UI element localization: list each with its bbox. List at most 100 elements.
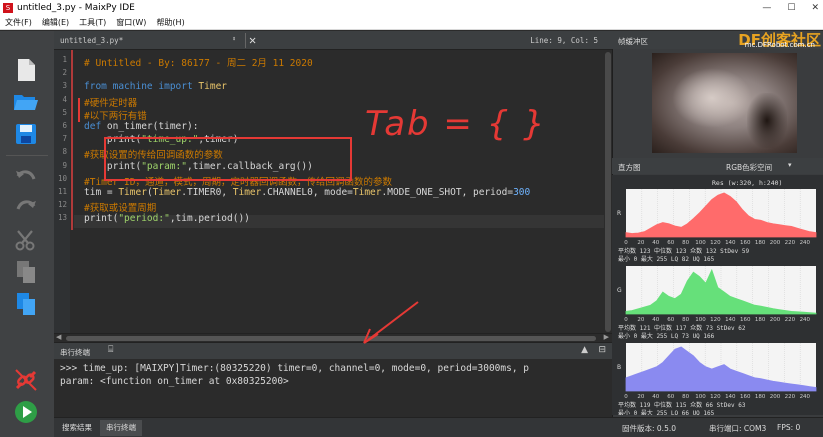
code-token: ,tim.period())	[169, 213, 250, 225]
histogram-tick-label: 160	[740, 394, 751, 400]
frame-shadow	[747, 93, 787, 148]
terminal-title: 串行终端	[60, 348, 90, 357]
clear-terminal-icon[interactable]: ⌸	[108, 345, 113, 355]
save-file-button[interactable]	[12, 121, 40, 147]
line-number: 2	[62, 68, 67, 78]
line-number: 10	[57, 173, 67, 183]
paste-button[interactable]	[12, 291, 40, 317]
framebuffer-title: 帧缓冲区	[618, 37, 648, 46]
serial-terminal[interactable]: >>> time_up: [MAIXPY]Timer:(80325220) ti…	[54, 359, 612, 417]
code-token: (timer):	[152, 121, 199, 132]
histogram-tick-label: 180	[755, 394, 766, 400]
histogram-tick-label: 120	[710, 240, 721, 246]
copy-button[interactable]	[12, 259, 40, 285]
toolbar-divider	[6, 155, 48, 156]
histogram-tick-label: 20	[637, 394, 644, 400]
code-token: .MODE_ONE_SHOT, period=	[381, 187, 514, 198]
histogram-stats-line: 平均数 121 中位数 117 众数 73 StDev 62	[618, 324, 746, 332]
menu-help[interactable]: 帮助(H)	[151, 17, 189, 28]
undo-button[interactable]	[12, 163, 40, 189]
line-number: 12	[57, 200, 67, 210]
histogram-tick-label: 200	[770, 394, 781, 400]
tab-serial-terminal[interactable]: 串行终端	[100, 420, 142, 436]
code-line: tim = Timer(Timer.TIMER0, Timer.CHANNEL0…	[84, 187, 530, 198]
file-switcher-icon[interactable]: ⬍	[232, 35, 236, 43]
code-token: .CHANNEL0, mode=	[261, 187, 353, 198]
redo-icon	[16, 200, 36, 210]
menu-edit[interactable]: 编辑(E)	[37, 17, 74, 28]
code-token: "period:"	[118, 213, 170, 225]
code-line: print("period:",tim.period())	[84, 213, 250, 224]
tabbar-divider	[245, 33, 246, 48]
terminal-line: >>> time_up: [MAIXPY]Timer:(80325220) ti…	[60, 363, 529, 374]
histogram-channel-label: B	[617, 364, 621, 371]
menu-tools[interactable]: 工具(T)	[74, 17, 111, 28]
annotation-box-print-lines	[104, 137, 352, 181]
framebuffer-header: 帧缓冲区 DF创客社区 mc.DFRobot.com.cn	[612, 31, 823, 49]
histogram-tick-label: 180	[755, 317, 766, 323]
menu-bar: 文件(F) 编辑(E) 工具(T) 窗口(W) 帮助(H)	[0, 16, 823, 30]
cursor-position: Line: 9, Col: 5	[530, 36, 598, 45]
histogram-tick-label: 140	[725, 317, 736, 323]
histogram-tick-label: 220	[785, 394, 796, 400]
histogram-header: 直方图 RGB色彩空间 ▾	[612, 158, 823, 174]
line-number: 5	[62, 107, 67, 117]
tab-search-results[interactable]: 搜索结果	[56, 420, 98, 436]
histogram-tick-label: 220	[785, 317, 796, 323]
histogram-channel-label: G	[617, 287, 622, 294]
line-number: 7	[62, 134, 67, 144]
histogram-tick-label: 20	[637, 317, 644, 323]
chevron-down-icon[interactable]: ▾	[788, 161, 792, 169]
left-toolbar	[0, 31, 54, 437]
scroll-right-icon[interactable]: ▶	[604, 333, 609, 341]
close-file-icon[interactable]: ✕	[249, 33, 256, 47]
firmware-version: 固件版本: 0.5.0	[622, 424, 676, 433]
menu-file[interactable]: 文件(F)	[0, 17, 37, 28]
menu-window[interactable]: 窗口(W)	[111, 17, 151, 28]
histogram-tick-label: 60	[667, 394, 674, 400]
line-number: 11	[57, 187, 67, 196]
histogram-stats-line: 最小 0 最大 255 LQ 73 UQ 166	[618, 332, 715, 340]
colorspace-select[interactable]: RGB色彩空间	[726, 162, 772, 173]
maximize-icon[interactable]: ☐	[787, 0, 795, 16]
code-token: tim =	[84, 187, 119, 198]
close-panel-icon[interactable]: ⊟	[598, 345, 606, 355]
open-file-button[interactable]	[12, 89, 40, 115]
histogram-tick-label: 60	[667, 240, 674, 246]
maximize-panel-icon[interactable]: ▲	[581, 345, 588, 355]
file-tab[interactable]: untitled_3.py*	[60, 36, 123, 45]
code-token: on_timer	[106, 121, 153, 132]
app-logo-icon: S	[3, 3, 13, 13]
histogram-tick-label: 0	[624, 394, 628, 400]
editor-vertical-scrollbar[interactable]	[604, 50, 612, 333]
editor-hscroll-thumb[interactable]	[66, 336, 596, 341]
histogram-tick-label: 220	[785, 240, 796, 246]
histogram-tick-label: 100	[695, 317, 706, 323]
histogram-tick-label: 180	[755, 240, 766, 246]
code-token: from	[84, 81, 113, 93]
histogram-resolution: Res (w:320, h:240)	[712, 179, 782, 187]
redo-button[interactable]	[12, 193, 40, 219]
dfrobot-url: mc.DFRobot.com.cn	[744, 41, 815, 49]
code-token: import	[158, 81, 199, 93]
code-token: # Untitled - By: 86177 - 周二 2月 11 2020	[84, 58, 313, 69]
histogram-tick-label: 60	[667, 317, 674, 323]
scroll-left-icon[interactable]: ◀	[56, 333, 61, 341]
new-file-button[interactable]	[12, 57, 40, 83]
editor-vscroll-thumb[interactable]	[605, 52, 611, 332]
run-button[interactable]	[12, 399, 40, 425]
cut-button[interactable]	[12, 227, 40, 253]
line-number: 4	[62, 94, 67, 104]
histogram-chart: Res (w:320, h:240) R 0 20 40 60 80 100 120 140 160…	[617, 179, 817, 417]
line-number: 6	[62, 121, 67, 130]
code-token: Timer	[352, 187, 382, 198]
code-editor[interactable]: # Untitled - By: 86177 - 周二 2月 11 2020 fr…	[74, 50, 604, 333]
histogram-tick-label: 20	[637, 240, 644, 246]
histogram-tick-label: 160	[740, 240, 751, 246]
histogram-tick-label: 40	[652, 317, 659, 323]
connect-button[interactable]	[12, 367, 40, 393]
close-window-icon[interactable]: ✕	[811, 0, 819, 16]
editor-horizontal-scrollbar[interactable]: ◀ ▶	[54, 333, 612, 342]
minimize-icon[interactable]: —	[762, 0, 771, 16]
serial-port: 串行端口: COM3	[709, 424, 767, 433]
